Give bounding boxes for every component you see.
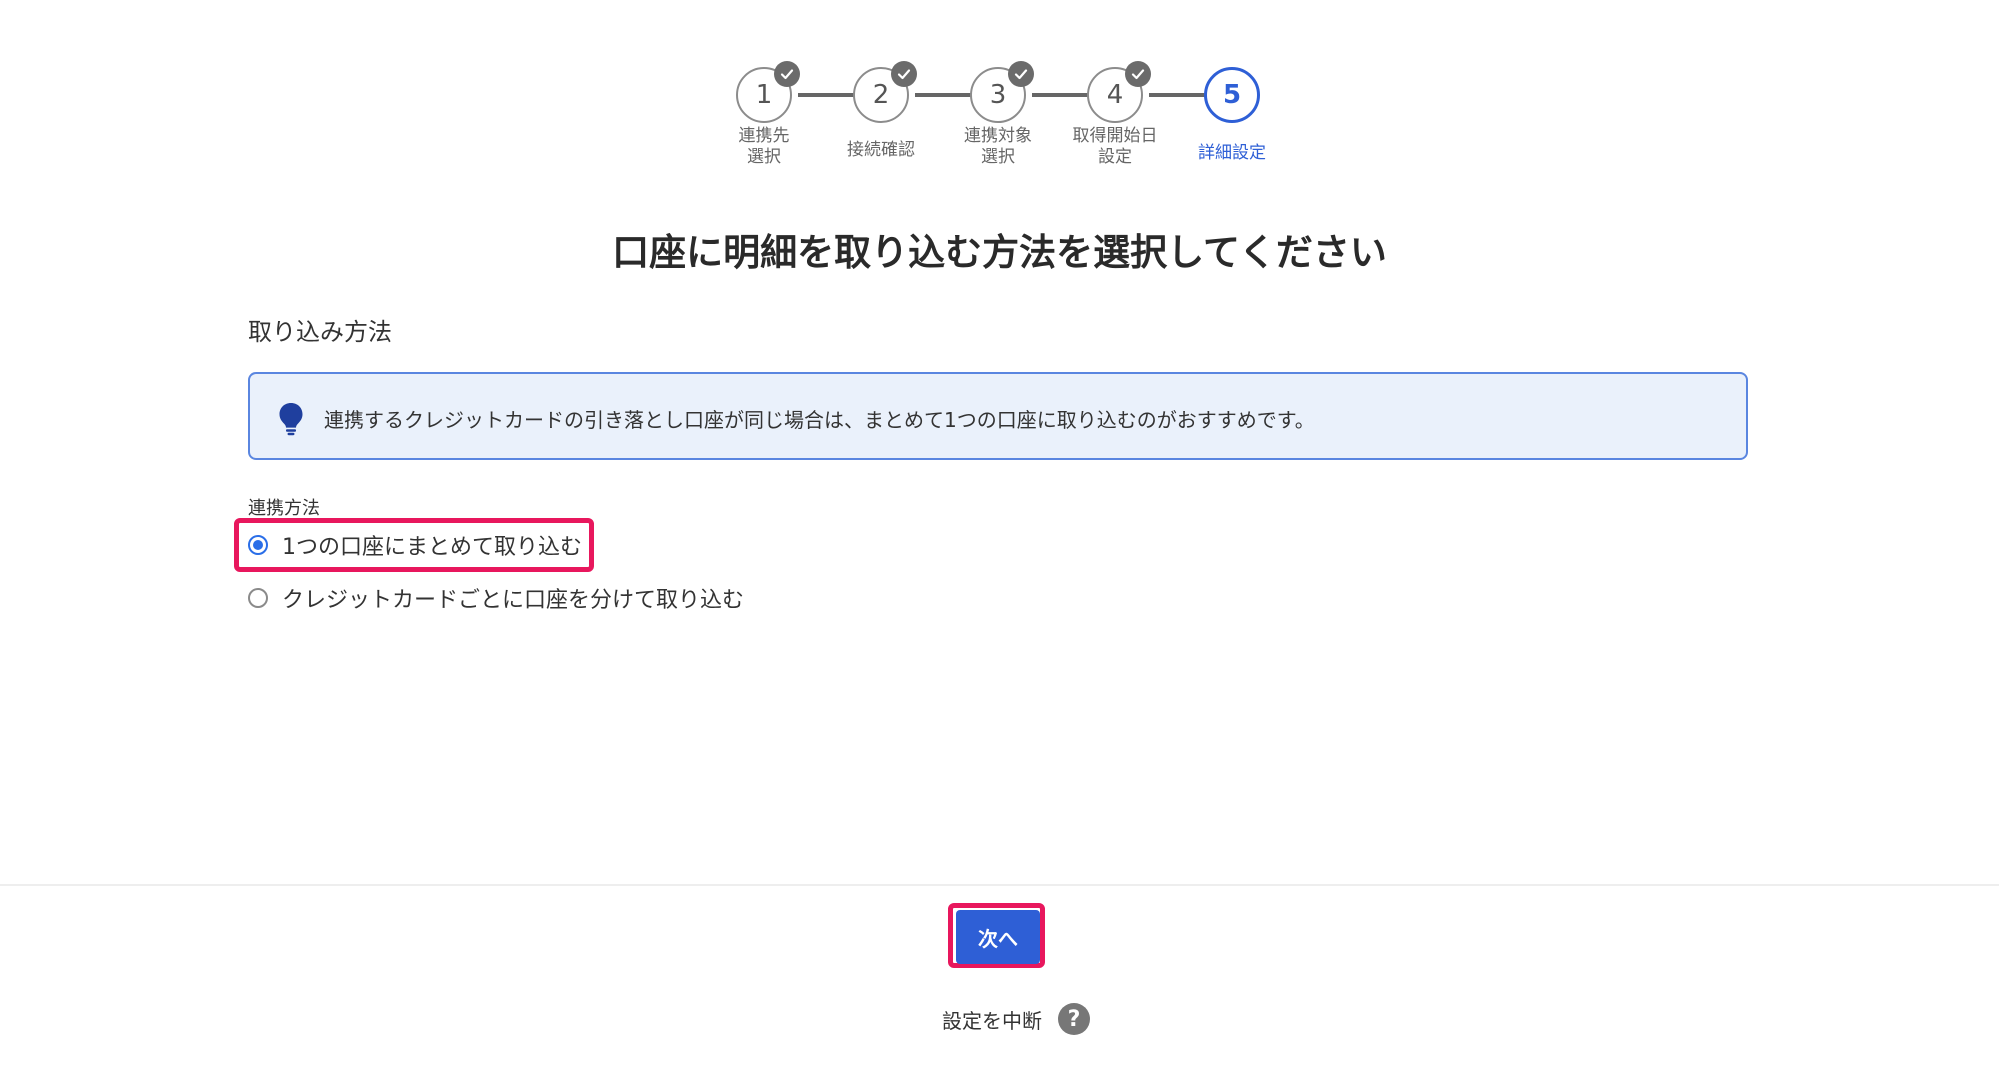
lightbulb-icon xyxy=(278,402,304,436)
section-title: 取り込み方法 xyxy=(248,318,392,346)
help-icon[interactable]: ? xyxy=(1058,1003,1090,1035)
check-icon xyxy=(774,61,800,87)
page: 1 連携先 選択 2 接続確認 3 連携対象 選択 4 取得開始日 設定 5 詳… xyxy=(0,0,1999,1078)
radio-option-combine[interactable]: 1つの口座にまとめて取り込む xyxy=(248,527,582,563)
cancel-setup-link[interactable]: 設定を中断 xyxy=(942,1005,1042,1034)
radio-label[interactable]: クレジットカードごとに口座を分けて取り込む xyxy=(282,582,744,614)
stepper: 1 連携先 選択 2 接続確認 3 連携対象 選択 4 取得開始日 設定 5 詳… xyxy=(0,0,1999,200)
check-icon xyxy=(891,61,917,87)
footer-divider xyxy=(0,884,1999,886)
field-label: 連携方法 xyxy=(248,498,320,519)
cancel-row: 設定を中断 ? xyxy=(942,1002,1090,1036)
info-text: 連携するクレジットカードの引き落とし口座が同じ場合は、まとめて1つの口座に取り込… xyxy=(324,408,1315,432)
check-icon xyxy=(1008,61,1034,87)
step-number: 5 xyxy=(1204,67,1260,123)
check-icon xyxy=(1125,61,1151,87)
info-box: 連携するクレジットカードの引き落とし口座が同じ場合は、まとめて1つの口座に取り込… xyxy=(248,372,1748,460)
radio-button[interactable] xyxy=(248,588,268,608)
page-title: 口座に明細を取り込む方法を選択してください xyxy=(612,231,1387,274)
radio-button[interactable] xyxy=(248,535,268,555)
step-5: 5 詳細設定 xyxy=(1166,0,1296,180)
radio-option-separate[interactable]: クレジットカードごとに口座を分けて取り込む xyxy=(248,580,744,616)
radio-label[interactable]: 1つの口座にまとめて取り込む xyxy=(282,529,582,561)
next-button[interactable]: 次へ xyxy=(956,910,1040,964)
step-label: 詳細設定 xyxy=(1198,143,1266,163)
